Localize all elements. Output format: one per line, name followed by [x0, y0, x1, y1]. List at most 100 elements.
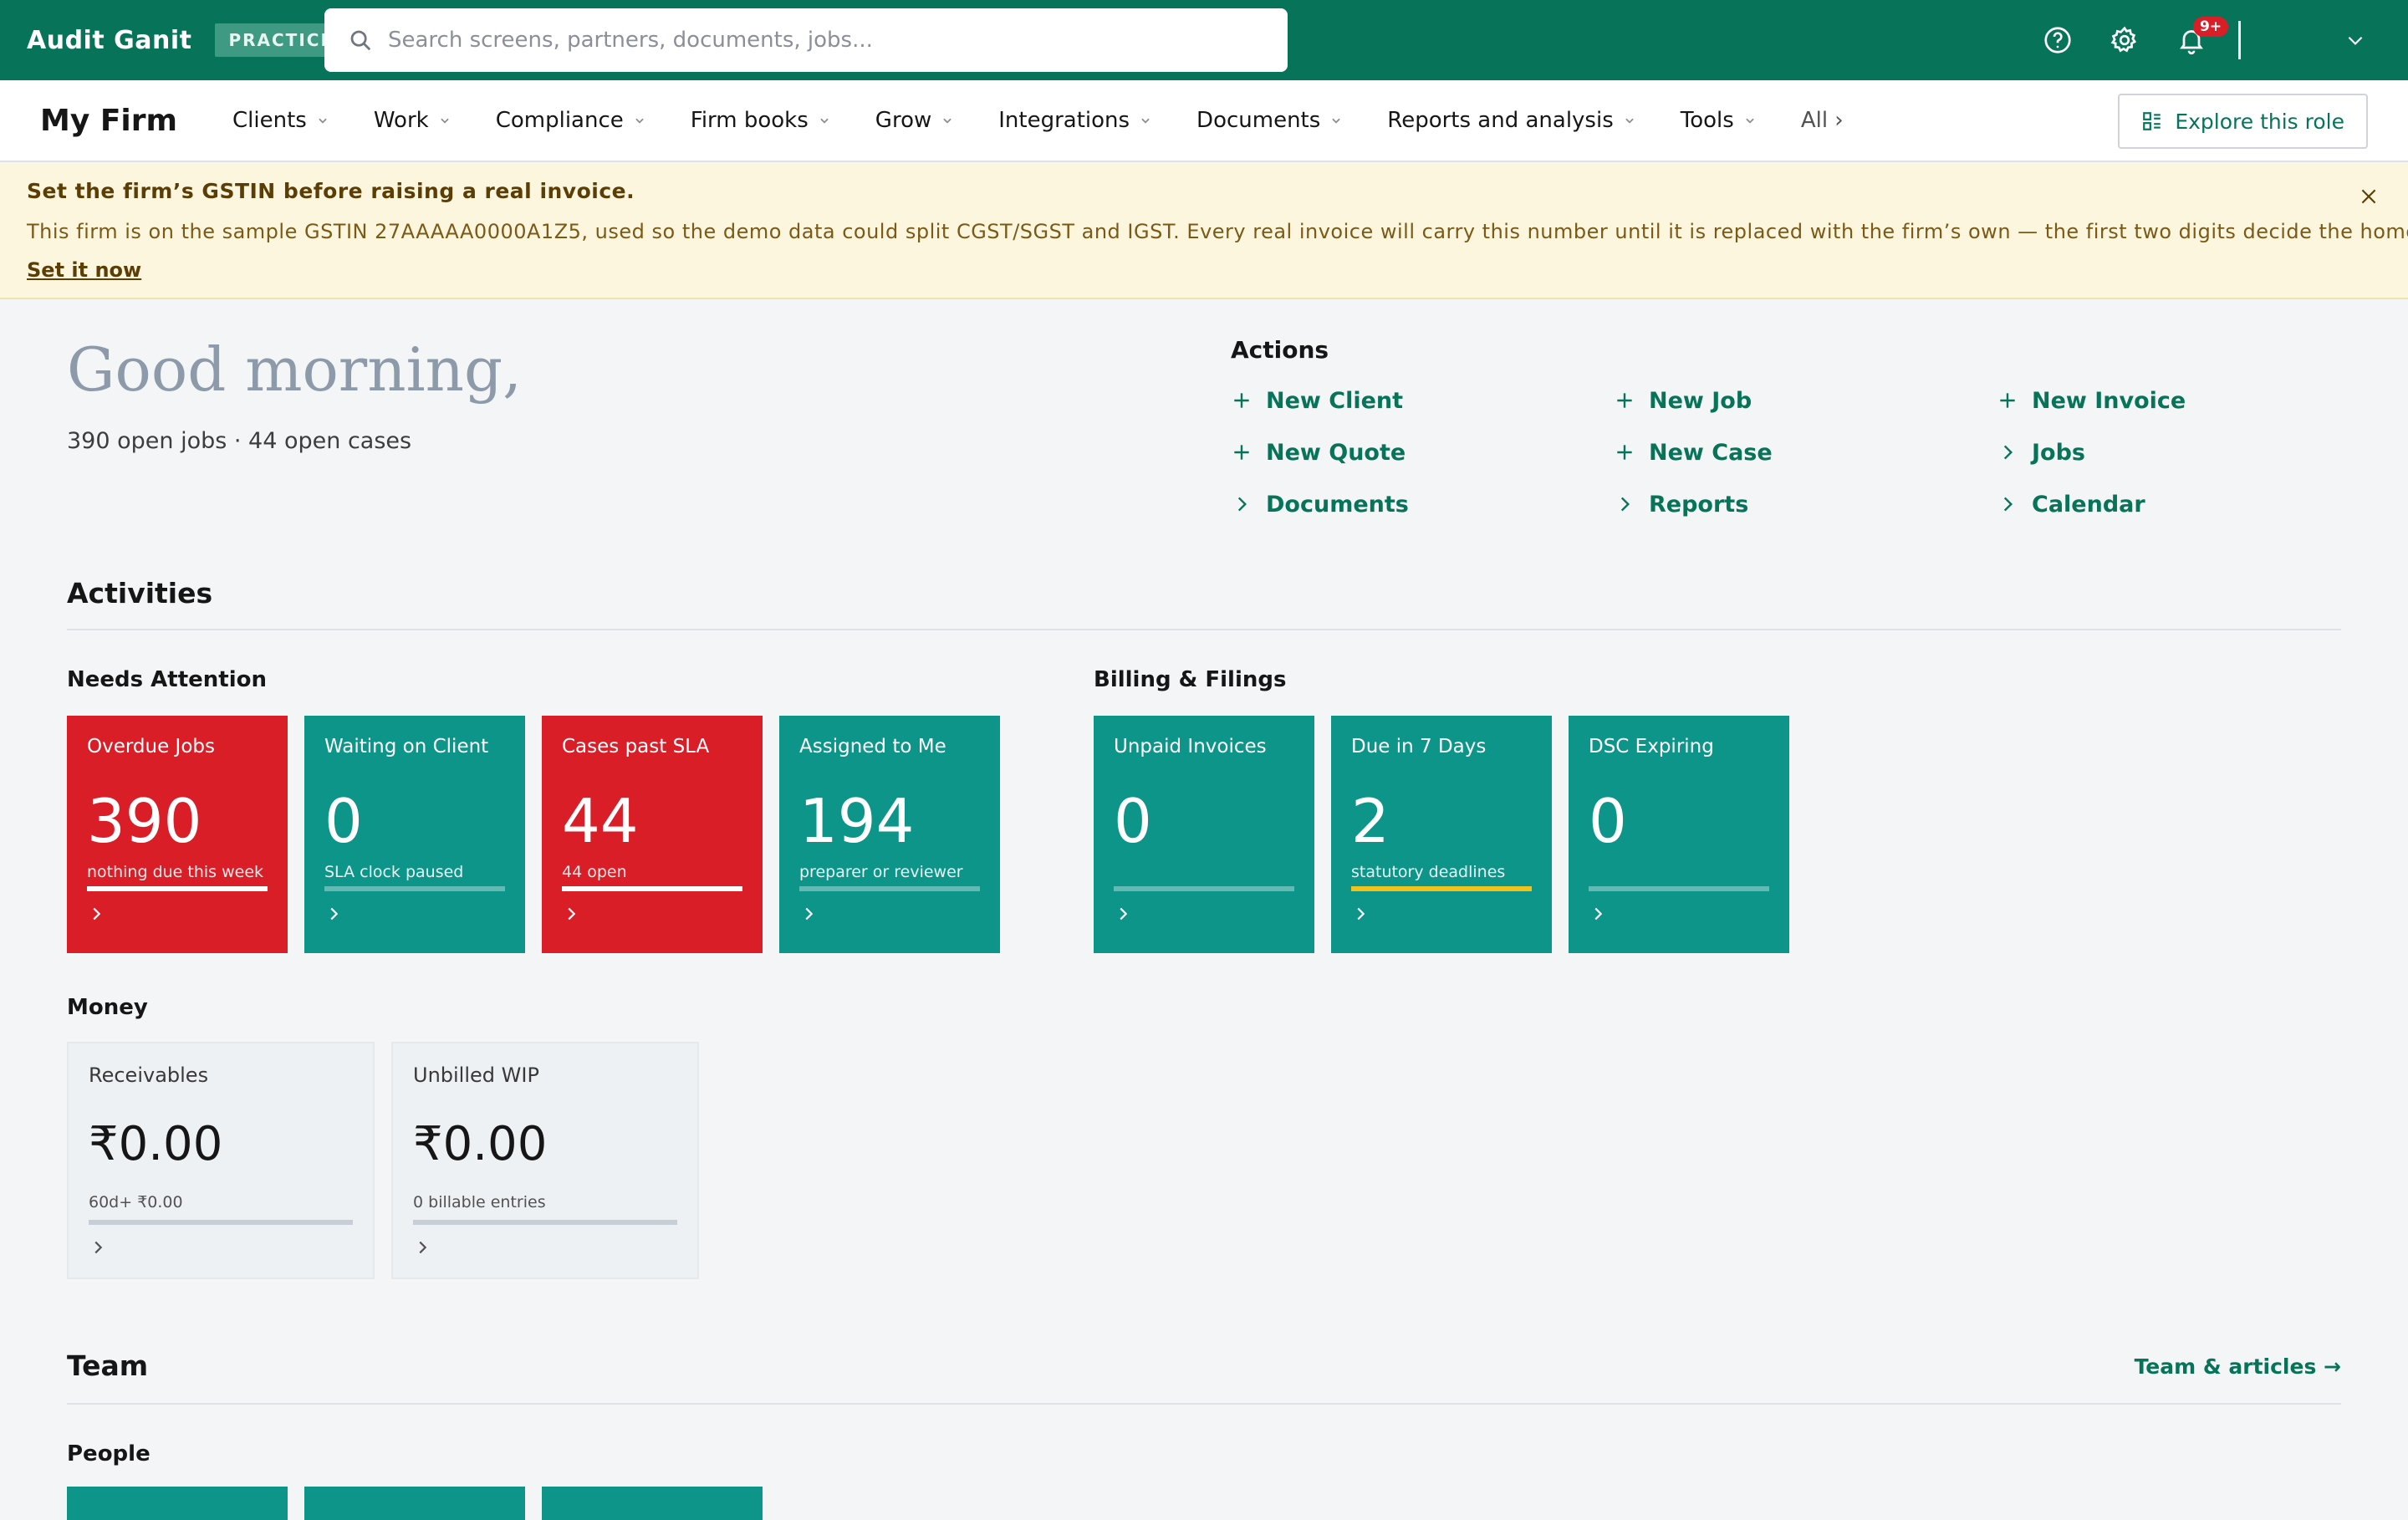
set-gstin-link[interactable]: Set it now — [27, 258, 141, 282]
user-menu[interactable] — [2274, 0, 2408, 80]
unbilled-wip-tile[interactable]: Unbilled WIP ₹0.00 0 billable entries — [391, 1042, 699, 1279]
action-label: Documents — [1266, 491, 1409, 518]
nav-label: Firm books — [690, 108, 809, 133]
nav-work[interactable]: Work — [374, 108, 451, 133]
receivables-tile[interactable]: Receivables ₹0.00 60d+ ₹0.00 — [67, 1042, 375, 1279]
team-articles-link[interactable]: Team & articles → — [2135, 1354, 2341, 1379]
tile-value: 44 — [562, 786, 639, 856]
plus-icon — [1234, 393, 1249, 408]
calendar-link[interactable]: Calendar — [1997, 490, 2380, 518]
nav-clients[interactable]: Clients — [232, 108, 329, 133]
chevron-down-icon — [1141, 118, 1150, 124]
action-label: New Quote — [1266, 439, 1406, 466]
new-job-action[interactable]: New Job — [1614, 386, 1997, 415]
nav-grow[interactable]: Grow — [875, 108, 953, 133]
chevron-down-icon — [820, 118, 829, 124]
actions-grid: New Client New Job New Invoice New Quote… — [1231, 386, 2385, 518]
new-case-action[interactable]: New Case — [1614, 438, 1997, 467]
tile-progress — [89, 1220, 353, 1225]
nav-documents[interactable]: Documents — [1196, 108, 1342, 133]
tile-note: preparer or reviewer — [799, 863, 963, 881]
action-label: Reports — [1649, 491, 1749, 518]
chevron-right-icon — [2003, 445, 2013, 460]
nav-reports[interactable]: Reports and analysis — [1387, 108, 1635, 133]
notification-count-badge: 9+ — [2193, 17, 2229, 37]
tile-label: Overdue Jobs — [87, 736, 215, 757]
new-invoice-action[interactable]: New Invoice — [1997, 386, 2380, 415]
tile-label: Unbilled WIP — [413, 1063, 539, 1087]
actions-title: Actions — [1231, 336, 1329, 364]
tile-label: Unpaid Invoices — [1114, 736, 1267, 757]
close-icon — [2361, 189, 2376, 204]
section-divider — [67, 629, 2341, 630]
tile-progress — [1589, 886, 1769, 891]
chevron-right-icon — [1594, 907, 1603, 921]
tile-label: Assigned to Me — [799, 736, 946, 757]
explore-role-button[interactable]: Explore this role — [2118, 94, 2368, 149]
new-client-action[interactable]: New Client — [1231, 386, 1614, 415]
settings-icon — [2110, 26, 2137, 53]
nav-tools[interactable]: Tools — [1681, 108, 1756, 133]
tile-note: 44 open — [562, 863, 627, 881]
tile-progress — [562, 886, 742, 891]
tile-note: statutory deadlines — [1351, 863, 1506, 881]
overdue-jobs-tile[interactable]: Overdue Jobs 390 nothing due this week — [67, 716, 288, 953]
chevron-right-icon — [1237, 497, 1247, 512]
top-actions: 9+ — [2024, 0, 2408, 80]
nav-compliance[interactable]: Compliance — [496, 108, 645, 133]
tile-value: 390 — [87, 786, 202, 856]
cases-past-sla-tile[interactable]: Cases past SLA 44 44 open — [542, 716, 763, 953]
chevron-right-icon — [419, 1241, 427, 1254]
banner-title: Set the firm’s GSTIN before raising a re… — [27, 179, 635, 203]
chevron-down-icon — [1332, 118, 1340, 124]
chevron-down-icon — [635, 118, 644, 124]
tile-label: Receivables — [89, 1063, 209, 1087]
jobs-link[interactable]: Jobs — [1997, 438, 2380, 467]
reports-link[interactable]: Reports — [1614, 490, 1997, 518]
nav-all[interactable]: All › — [1801, 108, 1844, 133]
search-input[interactable] — [388, 28, 1274, 53]
main-nav: My Firm Clients Work Compliance Firm boo… — [0, 80, 2408, 162]
firm-name[interactable]: My Firm — [40, 104, 177, 138]
needs-attention-title: Needs Attention — [67, 667, 268, 692]
nav-label: Work — [373, 108, 429, 133]
chevron-down-icon — [943, 118, 951, 124]
top-divider — [2238, 21, 2241, 59]
people-tile[interactable] — [67, 1487, 288, 1520]
tile-note: nothing due this week — [87, 863, 264, 881]
chevron-down-icon — [441, 118, 449, 124]
chevron-right-icon — [94, 1241, 103, 1254]
chevron-right-icon — [330, 907, 339, 921]
nav-integrations[interactable]: Integrations — [998, 108, 1151, 133]
banner-close-button[interactable] — [2358, 186, 2380, 211]
assigned-to-me-tile[interactable]: Assigned to Me 194 preparer or reviewer — [779, 716, 1000, 953]
people-tile[interactable] — [542, 1487, 763, 1520]
nav-label: Grow — [875, 108, 932, 133]
help-button[interactable] — [2024, 0, 2091, 80]
people-tile[interactable] — [304, 1487, 525, 1520]
tile-label: Due in 7 Days — [1351, 736, 1487, 757]
documents-link[interactable]: Documents — [1231, 490, 1614, 518]
dsc-expiring-tile[interactable]: DSC Expiring 0 — [1569, 716, 1789, 953]
settings-button[interactable] — [2091, 0, 2158, 80]
tile-progress — [1351, 886, 1532, 891]
action-label: Calendar — [2032, 491, 2145, 518]
nav-label: Reports and analysis — [1387, 108, 1614, 133]
notifications-button[interactable]: 9+ — [2158, 0, 2229, 80]
waiting-on-client-tile[interactable]: Waiting on Client 0 SLA clock paused — [304, 716, 525, 953]
chevron-down-icon — [1746, 118, 1754, 124]
tile-progress-fill — [562, 886, 742, 891]
brand-logo[interactable]: Audit Ganit — [27, 26, 191, 55]
team-title: Team — [67, 1349, 149, 1382]
nav-label: Tools — [1680, 108, 1734, 133]
billing-filings-title: Billing & Filings — [1094, 667, 1287, 692]
tile-value: 2 — [1351, 786, 1390, 856]
nav-firm-books[interactable]: Firm books — [691, 108, 830, 133]
global-search[interactable] — [324, 8, 1288, 72]
chevron-down-icon — [2348, 36, 2363, 45]
new-quote-action[interactable]: New Quote — [1231, 438, 1614, 467]
plus-icon — [1617, 393, 1632, 408]
unpaid-invoices-tile[interactable]: Unpaid Invoices 0 — [1094, 716, 1314, 953]
tile-value: 194 — [799, 786, 915, 856]
due-in-7-days-tile[interactable]: Due in 7 Days 2 statutory deadlines — [1331, 716, 1552, 953]
